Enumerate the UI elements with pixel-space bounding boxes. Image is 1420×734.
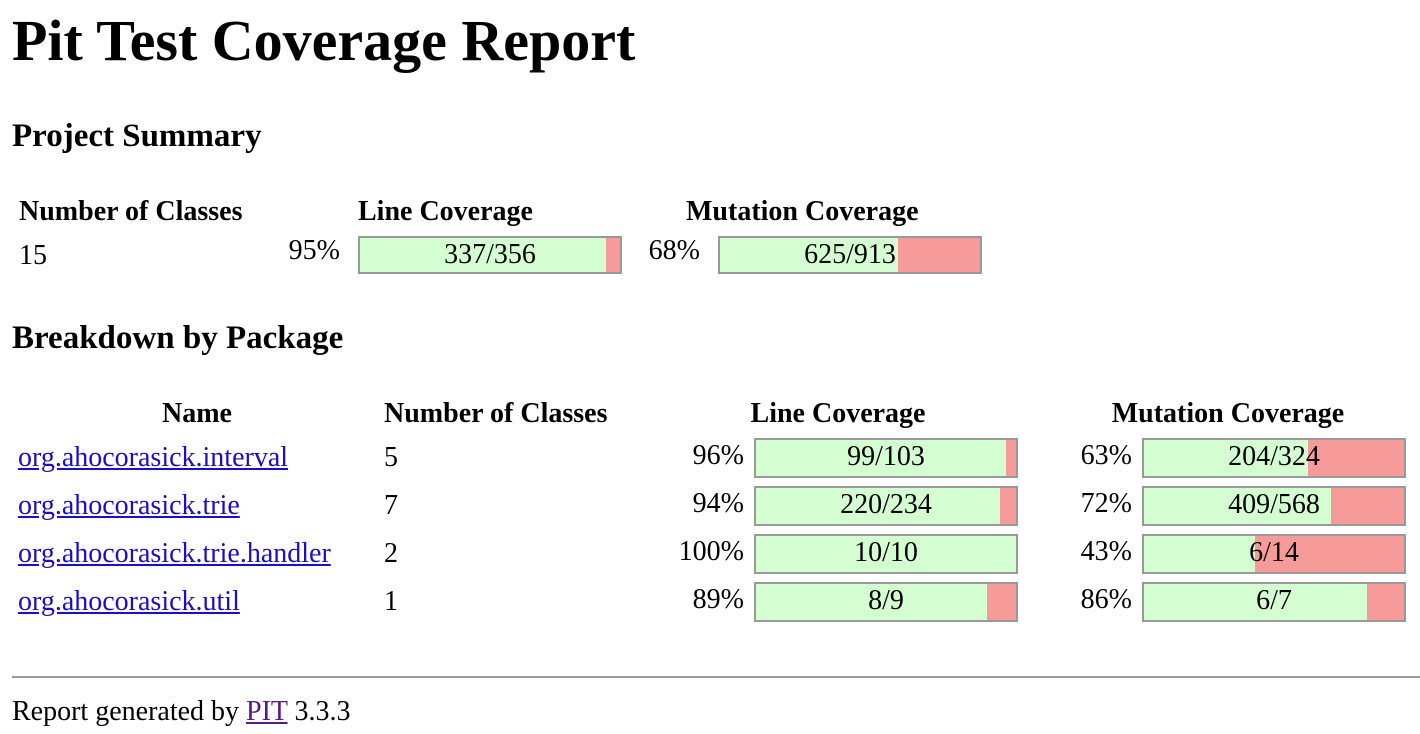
package-line-ratio: 8/9 [868, 585, 904, 616]
package-line-coverage-bar: 220/234 [754, 486, 1018, 526]
package-line-ratio: 10/10 [854, 537, 918, 568]
package-line-coverage-bar: 99/103 [754, 438, 1018, 478]
package-line-percent: 94% [692, 488, 744, 519]
package-classes: 2 [384, 538, 398, 569]
package-link-trie-handler[interactable]: org.ahocorasick.trie.handler [18, 538, 331, 570]
footer-version: 3.3.3 [294, 696, 351, 727]
package-line-percent: 100% [678, 536, 744, 567]
package-mutation-ratio: 204/324 [1228, 441, 1320, 472]
package-line-coverage-bar: 10/10 [754, 534, 1018, 574]
summary-classes-value: 15 [19, 240, 47, 271]
summary-line-percent: 95% [288, 235, 340, 266]
package-mutation-percent: 63% [1080, 440, 1132, 471]
package-line-percent: 89% [692, 584, 744, 615]
footer-divider [12, 676, 1420, 678]
pit-link[interactable]: PIT [246, 696, 288, 727]
package-mutation-ratio: 409/568 [1228, 489, 1320, 520]
breakdown-header-line: Line Coverage [750, 398, 926, 429]
package-classes: 7 [384, 490, 398, 521]
summary-line-ratio: 337/356 [444, 239, 536, 270]
breakdown-header-classes: Number of Classes [384, 398, 608, 429]
package-mutation-coverage-bar: 204/324 [1142, 438, 1406, 478]
footer-prefix: Report generated by [12, 696, 240, 727]
package-mutation-ratio: 6/14 [1249, 537, 1299, 568]
breakdown-header-name: Name [162, 398, 232, 429]
package-mutation-percent: 86% [1080, 584, 1132, 615]
summary-header-line: Line Coverage [358, 196, 533, 227]
package-link-trie[interactable]: org.ahocorasick.trie [18, 490, 240, 522]
summary-line-coverage-bar: 337/356 [358, 236, 622, 274]
package-link-interval[interactable]: org.ahocorasick.interval [18, 442, 288, 474]
summary-mutation-percent: 68% [648, 235, 700, 266]
summary-header-classes: Number of Classes [19, 196, 243, 227]
package-link-util[interactable]: org.ahocorasick.util [18, 586, 240, 618]
breakdown-header-mutation: Mutation Coverage [1111, 398, 1345, 429]
breakdown-heading: Breakdown by Package [12, 320, 344, 356]
project-summary-heading: Project Summary [12, 118, 262, 154]
package-mutation-coverage-bar: 6/14 [1142, 534, 1406, 574]
package-line-ratio: 220/234 [840, 489, 932, 520]
package-line-ratio: 99/103 [847, 441, 925, 472]
summary-mutation-coverage-bar: 625/913 [718, 236, 982, 274]
package-classes: 1 [384, 586, 398, 617]
package-mutation-ratio: 6/7 [1256, 585, 1292, 616]
package-mutation-percent: 72% [1080, 488, 1132, 519]
package-line-coverage-bar: 8/9 [754, 582, 1018, 622]
footer: Report generated by PIT 3.3.3 [12, 696, 351, 728]
summary-header-mutation: Mutation Coverage [686, 196, 919, 227]
summary-mutation-ratio: 625/913 [804, 239, 896, 270]
package-line-percent: 96% [692, 440, 744, 471]
package-mutation-coverage-bar: 409/568 [1142, 486, 1406, 526]
package-classes: 5 [384, 442, 398, 473]
page-title: Pit Test Coverage Report [12, 8, 636, 73]
package-mutation-coverage-bar: 6/7 [1142, 582, 1406, 622]
package-mutation-percent: 43% [1080, 536, 1132, 567]
